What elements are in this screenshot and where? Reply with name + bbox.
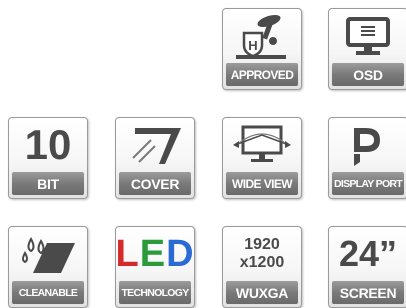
led-letter-l: L bbox=[115, 233, 140, 275]
approved-badge: H APPROVED bbox=[222, 8, 302, 90]
wuxga-label: WUXGA bbox=[226, 281, 298, 304]
approved-label: APPROVED bbox=[226, 63, 298, 86]
displayport-logo-icon bbox=[354, 128, 380, 166]
osd-badge: OSD bbox=[328, 8, 406, 90]
wideview-badge: WIDE VIEW bbox=[222, 117, 302, 199]
bit-label: BIT bbox=[12, 172, 84, 195]
monitor-menu-icon bbox=[346, 17, 390, 55]
led-logo: LED bbox=[115, 233, 195, 275]
bit-value: 10 bbox=[24, 121, 72, 168]
led-label: TECHNOLOGY bbox=[119, 281, 191, 304]
wuxga-width: 1920 bbox=[244, 236, 280, 253]
led-letter-e: E bbox=[139, 233, 167, 275]
wuxga-height: x1200 bbox=[239, 254, 285, 271]
cover-label: COVER bbox=[119, 172, 191, 195]
wuxga-badge: 1920 x1200 WUXGA bbox=[222, 226, 302, 308]
water-drops-icon bbox=[22, 236, 75, 273]
wide-viewing-angle-icon bbox=[233, 125, 291, 162]
svg-text:H: H bbox=[248, 38, 257, 53]
screen-label: SCREEN bbox=[332, 281, 404, 304]
cleanable-badge: CLEANABLE bbox=[8, 226, 88, 308]
osd-label: OSD bbox=[332, 63, 404, 86]
screen-size: 24” bbox=[338, 233, 398, 274]
cover-badge: COVER bbox=[115, 117, 195, 199]
bit-badge: 10 BIT bbox=[8, 117, 88, 199]
screen-badge: 24” SCREEN bbox=[328, 226, 406, 308]
displayport-label: DISPLAY PORT bbox=[332, 172, 404, 195]
led-letter-d: D bbox=[166, 233, 195, 275]
certification-mark-icon: H bbox=[236, 14, 286, 59]
displayport-badge: DISPLAY PORT bbox=[328, 117, 406, 199]
glare-cover-icon bbox=[132, 128, 181, 164]
wideview-label: WIDE VIEW bbox=[226, 172, 298, 195]
led-badge: LED TECHNOLOGY bbox=[115, 226, 195, 308]
cleanable-label: CLEANABLE bbox=[12, 281, 84, 304]
